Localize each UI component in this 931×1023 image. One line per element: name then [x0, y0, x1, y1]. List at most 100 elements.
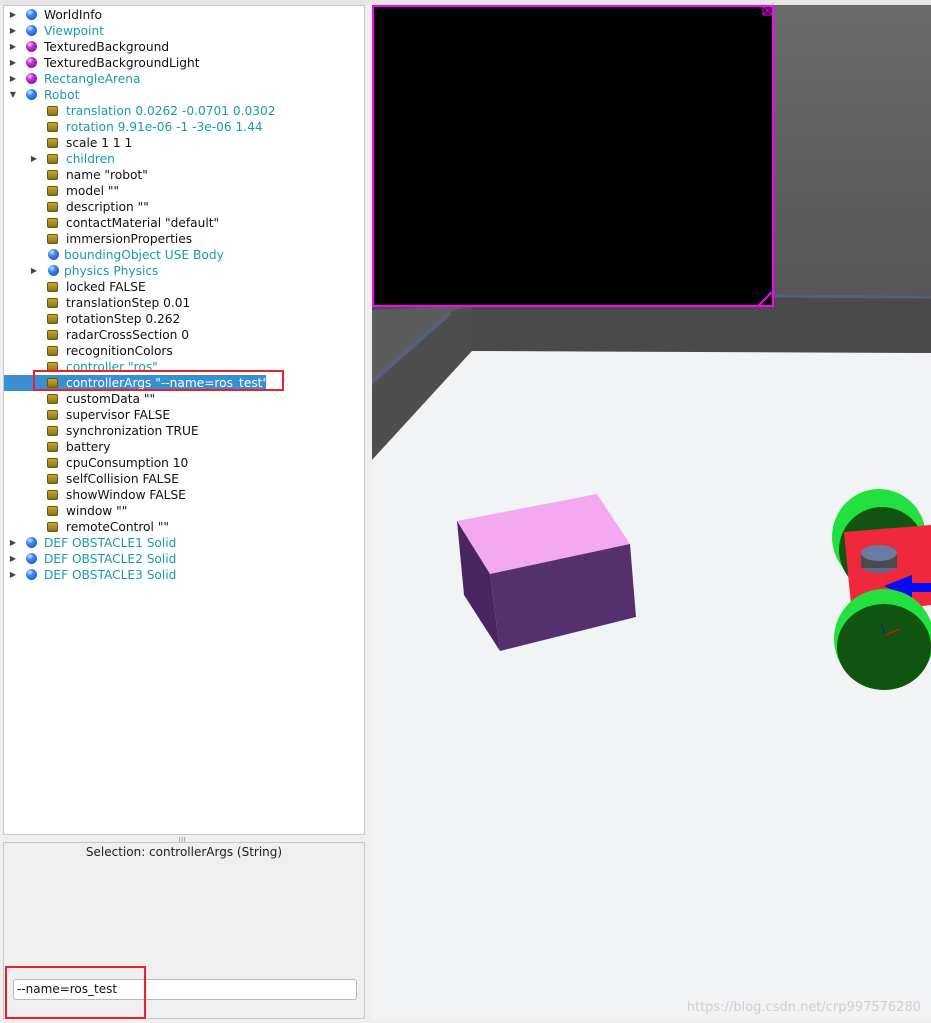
- tree-item[interactable]: translation 0.0262 -0.0701 0.0302: [4, 103, 364, 119]
- expand-right-arrow-icon[interactable]: ▶: [30, 263, 38, 279]
- field-icon: [47, 458, 58, 468]
- expand-right-arrow-icon[interactable]: ▶: [9, 71, 17, 87]
- tree-item[interactable]: ▶ TexturedBackground: [4, 39, 364, 55]
- tree-item-label: window "": [66, 504, 128, 518]
- tree-item[interactable]: window "": [4, 503, 364, 519]
- tree-item[interactable]: ▶ RectangleArena: [4, 71, 364, 87]
- tree-item-label: scale 1 1 1: [66, 136, 133, 150]
- field-icon: [47, 410, 58, 420]
- tree-item[interactable]: immersionProperties: [4, 231, 364, 247]
- tree-item[interactable]: recognitionColors: [4, 343, 364, 359]
- tree-item[interactable]: ▶ DEF OBSTACLE3 Solid: [4, 567, 364, 583]
- tree-item[interactable]: ▶ TexturedBackgroundLight: [4, 55, 364, 71]
- expand-right-arrow-icon[interactable]: ▶: [9, 23, 17, 39]
- tree-item[interactable]: ▼ Robot: [4, 87, 364, 103]
- field-icon: [47, 170, 58, 180]
- tree-item-label: locked FALSE: [66, 280, 146, 294]
- tree-item[interactable]: boundingObject USE Body: [4, 247, 364, 263]
- field-icon: [47, 522, 58, 532]
- tree-item-label: description "": [66, 200, 149, 214]
- field-icon: [47, 218, 58, 228]
- tree-item[interactable]: radarCrossSection 0: [4, 327, 364, 343]
- tree-item-label: recognitionColors: [66, 344, 173, 358]
- tree-item-label: radarCrossSection 0: [66, 328, 190, 342]
- tree-item[interactable]: contactMaterial "default": [4, 215, 364, 231]
- field-icon: [47, 474, 58, 484]
- tree-item[interactable]: ▶ children: [4, 151, 364, 167]
- tree-item[interactable]: scale 1 1 1: [4, 135, 364, 151]
- tree-item[interactable]: remoteControl "": [4, 519, 364, 535]
- watermark: https://blog.csdn.net/crp997576280: [686, 1000, 921, 1015]
- field-icon: [47, 234, 58, 244]
- tree-item[interactable]: name "robot": [4, 167, 364, 183]
- node-sphere-icon: [26, 41, 37, 52]
- selection-label: Selection: controllerArgs (String): [85, 845, 283, 859]
- tree-item[interactable]: ▶ physics Physics: [4, 263, 364, 279]
- tree-item-label: model "": [66, 184, 120, 198]
- node-sphere-icon: [26, 537, 37, 548]
- tree-item-label: customData "": [66, 392, 156, 406]
- field-icon: [47, 154, 58, 164]
- expand-right-arrow-icon[interactable]: ▶: [9, 7, 17, 23]
- tree-item-label: WorldInfo: [44, 8, 102, 22]
- tree-item-label: battery: [66, 440, 111, 454]
- tree-item-label: Robot: [44, 88, 80, 102]
- tree-item[interactable]: synchronization TRUE: [4, 423, 364, 439]
- tree-item[interactable]: ▶ DEF OBSTACLE2 Solid: [4, 551, 364, 567]
- tree-item-label: Viewpoint: [44, 24, 105, 38]
- expand-right-arrow-icon[interactable]: ▶: [30, 151, 38, 167]
- floor: [372, 351, 931, 1019]
- 3d-scene[interactable]: [370, 5, 931, 1019]
- expand-right-arrow-icon[interactable]: ▶: [9, 55, 17, 71]
- tree-item[interactable]: translationStep 0.01: [4, 295, 364, 311]
- node-sphere-icon: [26, 57, 37, 68]
- tree-item[interactable]: selfCollision FALSE: [4, 471, 364, 487]
- tree-item[interactable]: model "": [4, 183, 364, 199]
- tree-item-label: rotation 9.91e-06 -1 -3e-06 1.44: [66, 120, 263, 134]
- tree-item[interactable]: cpuConsumption 10: [4, 455, 364, 471]
- wall-edge: [771, 294, 931, 299]
- tree-item[interactable]: customData "": [4, 391, 364, 407]
- 3d-viewport[interactable]: https://blog.csdn.net/crp997576280: [370, 5, 931, 1019]
- tree-item[interactable]: ▶ Viewpoint: [4, 23, 364, 39]
- tree-item[interactable]: rotation 9.91e-06 -1 -3e-06 1.44: [4, 119, 364, 135]
- tree-item-label: rotationStep 0.262: [66, 312, 181, 326]
- node-sphere-icon: [26, 73, 37, 84]
- field-icon: [47, 298, 58, 308]
- expand-right-arrow-icon[interactable]: ▶: [9, 567, 17, 583]
- tree-item[interactable]: battery: [4, 439, 364, 455]
- expand-down-arrow-icon[interactable]: ▼: [9, 87, 17, 103]
- tree-item[interactable]: supervisor FALSE: [4, 407, 364, 423]
- expand-right-arrow-icon[interactable]: ▶: [9, 39, 17, 55]
- expand-right-arrow-icon[interactable]: ▶: [9, 551, 17, 567]
- field-icon: [47, 138, 58, 148]
- node-sphere-icon: [48, 249, 59, 260]
- tree-item-label: remoteControl "": [66, 520, 169, 534]
- tree-item[interactable]: rotationStep 0.262: [4, 311, 364, 327]
- tree-item-label: selfCollision FALSE: [66, 472, 179, 486]
- tree-item[interactable]: ▶ WorldInfo: [4, 7, 364, 23]
- scene-tree[interactable]: ▶ WorldInfo ▶ Viewpoint ▶ TexturedBackground ▶…: [3, 5, 365, 835]
- camera-overlay[interactable]: [372, 5, 774, 307]
- field-icon: [47, 122, 58, 132]
- tree-item-label: immersionProperties: [66, 232, 193, 246]
- tree-item-label: children: [66, 152, 115, 166]
- tree-item[interactable]: locked FALSE: [4, 279, 364, 295]
- field-icon: [47, 394, 58, 404]
- node-sphere-icon: [26, 9, 37, 20]
- tree-item[interactable]: ▶ DEF OBSTACLE1 Solid: [4, 535, 364, 551]
- highlight-annotation-tree: [33, 370, 284, 391]
- expand-right-arrow-icon[interactable]: ▶: [9, 535, 17, 551]
- field-icon: [47, 106, 58, 116]
- node-sphere-icon: [26, 25, 37, 36]
- tree-item-label: DEF OBSTACLE2 Solid: [44, 552, 177, 566]
- tree-item-label: translation 0.0262 -0.0701 0.0302: [66, 104, 276, 118]
- tree-item-label: showWindow FALSE: [66, 488, 186, 502]
- field-icon: [47, 314, 58, 324]
- field-icon: [47, 426, 58, 436]
- tree-item[interactable]: showWindow FALSE: [4, 487, 364, 503]
- tree-item-label: name "robot": [66, 168, 148, 182]
- tree-item[interactable]: description "": [4, 199, 364, 215]
- field-icon: [47, 490, 58, 500]
- tree-item-label: RectangleArena: [44, 72, 141, 86]
